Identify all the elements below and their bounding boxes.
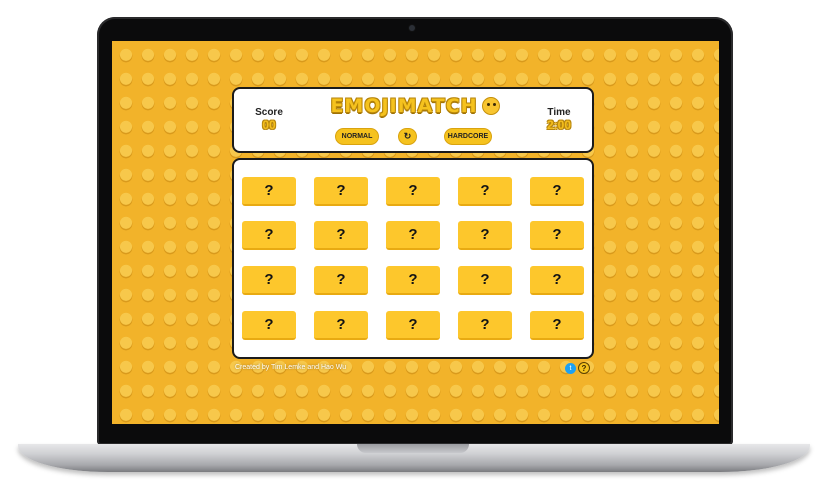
help-glyph: ? bbox=[581, 363, 587, 373]
title-text: EMOJIMATCH bbox=[330, 95, 478, 117]
time-panel: Time 2:00 bbox=[542, 107, 576, 132]
card-face: ? bbox=[552, 182, 562, 199]
card[interactable]: ? bbox=[314, 311, 368, 340]
card[interactable]: ? bbox=[242, 311, 296, 340]
card-face: ? bbox=[264, 316, 274, 333]
card-face: ? bbox=[408, 271, 418, 288]
card[interactable]: ? bbox=[458, 266, 512, 295]
card[interactable]: ? bbox=[530, 177, 584, 206]
card-face: ? bbox=[264, 271, 274, 288]
thinking-face-icon bbox=[481, 97, 500, 115]
twitter-icon[interactable]: t bbox=[565, 363, 576, 374]
credit-text: Created by Tim Lemke and Hao Wu bbox=[235, 364, 347, 371]
card[interactable]: ? bbox=[458, 311, 512, 340]
card-face: ? bbox=[552, 271, 562, 288]
card[interactable]: ? bbox=[530, 266, 584, 295]
laptop-notch bbox=[357, 444, 469, 453]
card-face: ? bbox=[264, 226, 274, 243]
card[interactable]: ? bbox=[530, 221, 584, 250]
card[interactable]: ? bbox=[242, 177, 296, 206]
card-face: ? bbox=[336, 182, 346, 199]
card[interactable]: ? bbox=[458, 221, 512, 250]
card-face: ? bbox=[552, 226, 562, 243]
card[interactable]: ? bbox=[386, 266, 440, 295]
card-face: ? bbox=[480, 226, 490, 243]
card[interactable]: ? bbox=[314, 177, 368, 206]
time-value: 2:00 bbox=[546, 118, 572, 132]
page-title: EMOJIMATCH bbox=[325, 93, 505, 119]
card[interactable]: ? bbox=[242, 221, 296, 250]
card-face: ? bbox=[408, 316, 418, 333]
card-face: ? bbox=[552, 316, 562, 333]
card-face: ? bbox=[480, 316, 490, 333]
card-face: ? bbox=[336, 226, 346, 243]
card[interactable]: ? bbox=[242, 266, 296, 295]
card-grid: ? ? ? ? ? ? ? ? ? ? ? ? ? ? ? ? ? ? ? ? bbox=[232, 158, 594, 359]
restart-button[interactable]: ↻ bbox=[398, 128, 417, 145]
normal-mode-button[interactable]: NORMAL bbox=[335, 128, 379, 145]
card[interactable]: ? bbox=[386, 221, 440, 250]
time-label: Time bbox=[547, 107, 571, 118]
help-icon[interactable]: ? bbox=[578, 362, 590, 374]
score-panel: Score 00 bbox=[252, 107, 286, 132]
card[interactable]: ? bbox=[458, 177, 512, 206]
score-label: Score bbox=[255, 107, 283, 118]
card-face: ? bbox=[336, 316, 346, 333]
card[interactable]: ? bbox=[386, 311, 440, 340]
card-face: ? bbox=[336, 271, 346, 288]
game-header: Score 00 EMOJIMATCH NORMAL ↻ HARDCORE Ti… bbox=[232, 87, 594, 153]
hardcore-mode-button[interactable]: HARDCORE bbox=[444, 128, 492, 145]
card[interactable]: ? bbox=[314, 221, 368, 250]
card-face: ? bbox=[264, 182, 274, 199]
card[interactable]: ? bbox=[314, 266, 368, 295]
card-face: ? bbox=[408, 226, 418, 243]
card[interactable]: ? bbox=[386, 177, 440, 206]
score-value: 00 bbox=[262, 118, 276, 132]
restart-icon: ↻ bbox=[403, 131, 412, 141]
card-face: ? bbox=[480, 182, 490, 199]
card[interactable]: ? bbox=[530, 311, 584, 340]
card-face: ? bbox=[408, 182, 418, 199]
camera-icon bbox=[409, 25, 415, 31]
card-face: ? bbox=[480, 271, 490, 288]
